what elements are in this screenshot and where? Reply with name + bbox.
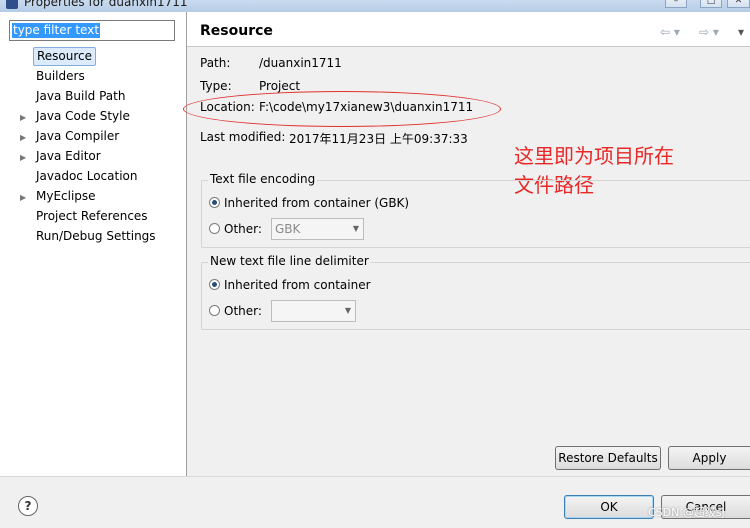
encoding-other-value: GBK	[275, 222, 301, 236]
tree-item-label: Run/Debug Settings	[36, 229, 156, 243]
tree-item[interactable]: ▶ Java Editor	[20, 146, 104, 166]
tree-item[interactable]: ▶ Java Code Style	[20, 106, 133, 126]
tree-item[interactable]: Java Build Path	[20, 86, 128, 106]
help-icon[interactable]: ?	[18, 496, 38, 516]
tree-item-label: Resource	[33, 47, 97, 66]
menu-chevron-icon[interactable]: ▾	[738, 25, 744, 39]
encoding-other-label: Other:	[224, 222, 262, 236]
encoding-inherited-radio[interactable]: Inherited from container (GBK)	[209, 194, 409, 212]
last-modified-value: 2017年11月23日 上午09:37:33	[289, 132, 468, 146]
tree-item[interactable]: Javadoc Location	[20, 166, 140, 186]
expand-arrow-icon[interactable]: ▶	[20, 108, 33, 128]
preferences-tree-pane: type filter text Resource Builders Java Bu…	[0, 12, 187, 476]
chevron-down-icon: ▼	[344, 306, 351, 315]
delimiter-inherited-label: Inherited from container	[224, 278, 371, 292]
encoding-other-select[interactable]: GBK ▼	[271, 218, 364, 240]
delimiter-other-radio[interactable]: Other:	[209, 302, 262, 320]
last-modified-label: Last modified:	[200, 130, 286, 144]
tree-item-label: Javadoc Location	[36, 169, 138, 183]
filter-text: type filter text	[12, 23, 101, 38]
restore-defaults-button[interactable]: Restore Defaults	[555, 446, 661, 470]
tree-item-label: Java Code Style	[36, 109, 130, 123]
tree-item-label: Project References	[36, 209, 148, 223]
title-bar: Properties for duanxin1711 – □ ✕	[0, 0, 750, 12]
filter-input[interactable]: type filter text	[9, 20, 175, 41]
tree-item-label: Java Editor	[36, 149, 101, 163]
tree-item[interactable]: Project References	[20, 206, 151, 226]
close-button[interactable]: ✕	[727, 0, 750, 8]
dialog-button-bar: ? OK Cancel CSDN @超级sj	[0, 476, 750, 528]
expand-arrow-icon[interactable]: ▶	[20, 148, 33, 168]
minimize-button[interactable]: –	[665, 0, 687, 8]
eclipse-app-icon	[6, 0, 18, 9]
tree-item[interactable]: Builders	[20, 66, 88, 86]
ok-button[interactable]: OK	[564, 495, 654, 519]
tree-item-label: Java Build Path	[36, 89, 126, 103]
line-delimiter-group: New text file line delimiter Inherited f…	[201, 254, 750, 330]
text-encoding-group: Text file encoding Inherited from contai…	[201, 172, 750, 248]
tree-item-label: Java Compiler	[36, 129, 120, 143]
encoding-inherited-label: Inherited from container (GBK)	[224, 196, 410, 210]
radio-selected-icon	[209, 197, 220, 208]
tree-item[interactable]: ▶ MyEclipse	[20, 186, 99, 206]
annotation-line-1: 这里即为项目所在	[514, 144, 674, 168]
path-value: /duanxin1711	[259, 56, 342, 70]
tree-item[interactable]: Resource	[20, 46, 97, 66]
delimiter-other-label: Other:	[224, 304, 262, 318]
back-arrow-icon[interactable]: ⇦ ▾	[660, 25, 680, 39]
window-title: Properties for duanxin1711	[24, 0, 188, 9]
maximize-button[interactable]: □	[700, 0, 722, 8]
text-encoding-title: Text file encoding	[208, 172, 318, 186]
chevron-down-icon: ▼	[352, 224, 359, 233]
location-value: F:\code\my17xianew3\duanxin1711	[259, 100, 474, 114]
type-value: Project	[259, 79, 301, 93]
delimiter-inherited-radio[interactable]: Inherited from container	[209, 276, 371, 294]
path-label: Path:	[200, 56, 231, 70]
line-delimiter-title: New text file line delimiter	[208, 254, 371, 268]
tree-item[interactable]: Run/Debug Settings	[20, 226, 159, 246]
page-title: Resource	[200, 23, 273, 39]
radio-unselected-icon	[209, 305, 220, 316]
radio-unselected-icon	[209, 223, 220, 234]
resource-page: Resource ⇦ ▾ ⇨ ▾ ▾ Path: /duanxin1711 Ty…	[183, 12, 750, 476]
expand-arrow-icon[interactable]: ▶	[20, 188, 33, 208]
type-label: Type:	[200, 79, 232, 93]
apply-button[interactable]: Apply	[668, 446, 750, 470]
tree-item[interactable]: ▶ Java Compiler	[20, 126, 122, 146]
tree-item-label: MyEclipse	[36, 189, 96, 203]
tree-item-label: Builders	[36, 69, 85, 83]
expand-arrow-icon[interactable]: ▶	[20, 128, 33, 148]
forward-arrow-icon[interactable]: ⇨ ▾	[699, 25, 719, 39]
page-header: Resource ⇦ ▾ ⇨ ▾ ▾	[187, 12, 750, 47]
delimiter-other-select[interactable]: ▼	[271, 300, 356, 322]
location-label: Location:	[200, 100, 255, 114]
watermark-text: CSDN @超级sj	[648, 506, 725, 519]
radio-selected-icon	[209, 279, 220, 290]
encoding-other-radio[interactable]: Other:	[209, 220, 262, 238]
